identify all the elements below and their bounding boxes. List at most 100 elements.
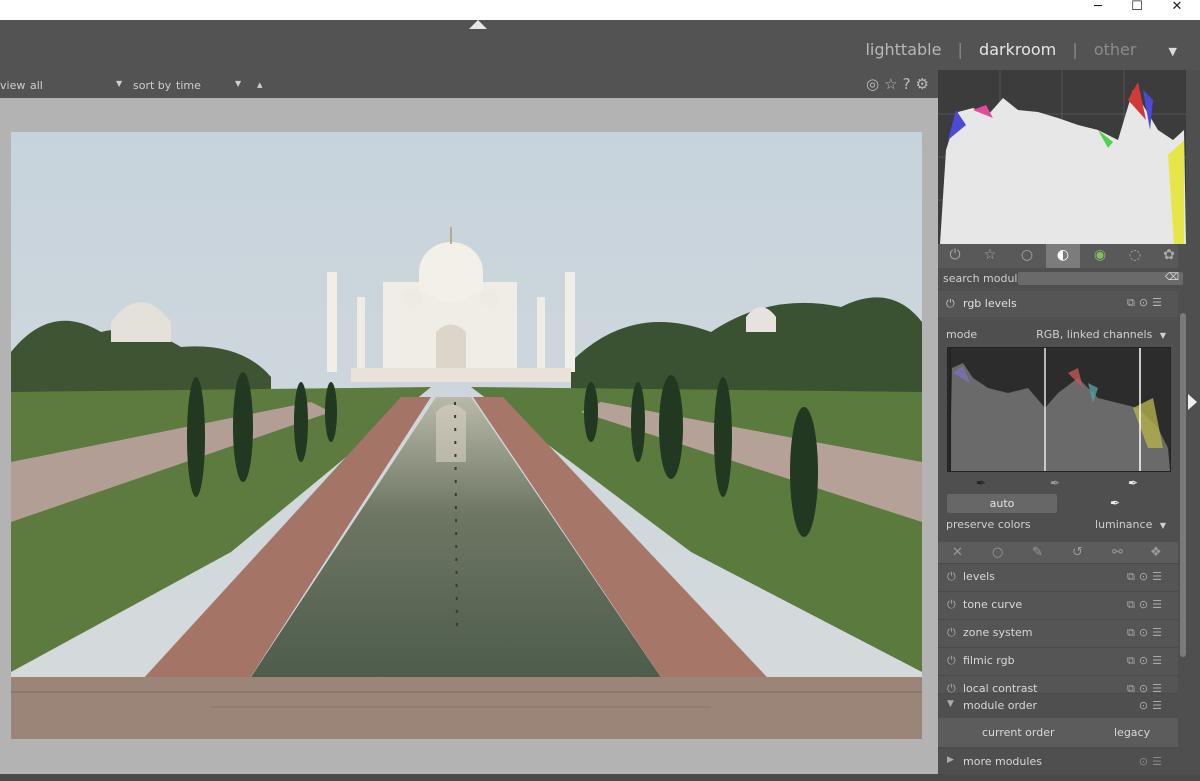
- help-icon[interactable]: ?: [903, 75, 916, 93]
- sort-by-select[interactable]: time: [176, 79, 201, 92]
- tone-icon[interactable]: ◐: [1046, 244, 1080, 268]
- module-name: tone curve: [963, 598, 1023, 611]
- histogram[interactable]: [938, 70, 1186, 244]
- right-panel-scrollbar[interactable]: [1180, 313, 1186, 657]
- blend-uniform-icon[interactable]: ○: [992, 545, 1003, 560]
- main-photo[interactable]: [11, 132, 922, 739]
- reset-icon[interactable]: ⊙: [1139, 626, 1152, 639]
- copy-icon[interactable]: ⧉: [1127, 654, 1139, 667]
- menu-icon[interactable]: ☰: [1152, 626, 1166, 639]
- module-header-icons: ⧉⊙☰: [1127, 654, 1166, 668]
- view-filter-select[interactable]: all: [30, 79, 43, 92]
- window-titlebar: ─ ☐ ✕: [0, 0, 1200, 20]
- collapse-right-panel-arrow-icon[interactable]: [1188, 394, 1197, 410]
- white-picker-icon[interactable]: ✒: [1128, 476, 1138, 490]
- chevron-down-icon[interactable]: ▼: [235, 79, 241, 88]
- module-row-filmic-rgb[interactable]: ⏻ filmic rgb ⧉⊙☰: [938, 647, 1178, 675]
- levels-graph[interactable]: [947, 347, 1171, 472]
- menu-icon[interactable]: ☰: [1152, 699, 1166, 712]
- view-switcher: lighttable | darkroom | other ▼: [862, 40, 1180, 59]
- circle-icon[interactable]: ○: [1010, 244, 1044, 268]
- reset-icon[interactable]: ⊙: [1139, 570, 1152, 583]
- black-picker-icon[interactable]: ✒: [976, 476, 986, 490]
- blend-combined-icon[interactable]: ⚯: [1112, 545, 1123, 560]
- reset-icon[interactable]: ⊙: [1139, 296, 1152, 309]
- views-dropdown-icon[interactable]: ▼: [1169, 45, 1177, 58]
- auto-button[interactable]: auto: [947, 494, 1057, 513]
- module-order-title: module order: [963, 699, 1038, 712]
- view-separator: |: [1072, 40, 1078, 59]
- search-module-label: search module: [943, 272, 1025, 285]
- reset-icon[interactable]: ⊙: [1139, 654, 1152, 667]
- star-icon[interactable]: ☆: [884, 75, 902, 93]
- search-module-input[interactable]: ⌫: [1018, 272, 1183, 285]
- copy-icon[interactable]: ⧉: [1127, 598, 1139, 611]
- blend-mode-tabs: ✕ ○ ✎ ↺ ⚯ ❖: [938, 542, 1178, 564]
- sort-by-label: sort by: [133, 79, 172, 92]
- filterbar-icons: ◎☆?⚙: [866, 75, 934, 93]
- more-modules-icons: ⊙☰: [1139, 755, 1166, 768]
- copy-icon[interactable]: ⧉: [1127, 626, 1139, 639]
- module-row-tone-curve[interactable]: ⏻ tone curve ⧉⊙☰: [938, 591, 1178, 619]
- sort-direction-toggle[interactable]: ▴: [257, 78, 263, 91]
- maximize-button[interactable]: ☐: [1117, 0, 1157, 20]
- rgb-levels-header[interactable]: ⏻ rgb levels ⧉⊙☰: [938, 291, 1178, 317]
- menu-icon[interactable]: ☰: [1152, 296, 1166, 309]
- reset-icon[interactable]: ⊙: [1139, 699, 1152, 712]
- collapse-top-panel-arrow-icon[interactable]: [469, 20, 487, 29]
- module-row-levels[interactable]: ⏻ levels ⧉⊙☰: [938, 563, 1178, 591]
- menu-icon[interactable]: ☰: [1152, 598, 1166, 611]
- more-modules-row[interactable]: ▶ more modules ⊙☰: [938, 748, 1178, 775]
- color-icon[interactable]: ◉: [1083, 244, 1117, 268]
- module-header-icons: ⧉⊙☰: [1127, 626, 1166, 640]
- view-separator: |: [957, 40, 963, 59]
- close-button[interactable]: ✕: [1157, 0, 1197, 20]
- view-darkroom[interactable]: darkroom: [979, 40, 1056, 59]
- image-canvas: [0, 98, 938, 774]
- module-name: zone system: [963, 626, 1033, 639]
- blend-raster-icon[interactable]: ❖: [1150, 545, 1162, 560]
- power-icon[interactable]: ⏻: [947, 626, 956, 640]
- gear-icon[interactable]: ⚙: [916, 75, 934, 93]
- grid-icon[interactable]: ◎: [866, 75, 884, 93]
- view-lighttable[interactable]: lighttable: [865, 40, 941, 59]
- bottom-panel-bar: [0, 774, 1200, 781]
- power-icon[interactable]: ⏻: [947, 570, 956, 584]
- grey-picker-icon[interactable]: ✒: [1050, 476, 1060, 490]
- module-row-zone-system[interactable]: ⏻ zone system ⧉⊙☰: [938, 619, 1178, 647]
- legacy-order-button[interactable]: legacy: [1114, 726, 1150, 739]
- chevron-down-icon[interactable]: ▼: [116, 79, 122, 88]
- minimize-button[interactable]: ─: [1078, 0, 1118, 20]
- reset-icon[interactable]: ⊙: [1139, 598, 1152, 611]
- view-other[interactable]: other: [1094, 40, 1137, 59]
- chevron-down-icon: ▼: [1159, 331, 1166, 340]
- star-icon[interactable]: ☆: [973, 244, 1007, 268]
- blend-off-icon[interactable]: ✕: [952, 545, 963, 560]
- current-order-button[interactable]: current order: [982, 726, 1055, 739]
- correct-icon[interactable]: ◌: [1118, 244, 1152, 268]
- module-row-local-contrast[interactable]: ⏻ local contrast ⧉⊙☰: [938, 675, 1178, 694]
- power-icon[interactable]: ⏻: [947, 654, 956, 668]
- filter-bar: view all ▼ sort by time ▼ ▴ ◎☆?⚙: [0, 70, 938, 98]
- mode-select[interactable]: RGB, linked channels ▼: [1036, 328, 1166, 341]
- blend-drawn-icon[interactable]: ✎: [1032, 545, 1043, 560]
- power-icon[interactable]: ⏻: [946, 297, 955, 311]
- module-name: filmic rgb: [963, 654, 1015, 667]
- copy-icon[interactable]: ⧉: [1127, 296, 1139, 309]
- preserve-colors-select[interactable]: luminance ▼: [1095, 518, 1166, 531]
- module-header-icons: ⧉⊙☰: [1127, 296, 1166, 310]
- menu-icon[interactable]: ☰: [1152, 570, 1166, 583]
- power-icon[interactable]: ⏻: [938, 244, 972, 268]
- effect-icon[interactable]: ✿: [1152, 244, 1186, 268]
- menu-icon[interactable]: ☰: [1152, 654, 1166, 667]
- reset-icon[interactable]: ⊙: [1139, 755, 1152, 768]
- menu-icon[interactable]: ☰: [1152, 755, 1166, 768]
- module-name: levels: [963, 570, 995, 583]
- auto-picker-icon[interactable]: ✒: [1110, 496, 1120, 510]
- module-order-header[interactable]: ▼ module order ⊙☰: [938, 693, 1178, 718]
- copy-icon[interactable]: ⧉: [1127, 570, 1139, 583]
- blend-parametric-icon[interactable]: ↺: [1072, 545, 1083, 560]
- clear-search-icon[interactable]: ⌫: [1165, 272, 1179, 283]
- power-icon[interactable]: ⏻: [947, 598, 956, 612]
- collapse-triangle-icon: ▶: [947, 755, 954, 765]
